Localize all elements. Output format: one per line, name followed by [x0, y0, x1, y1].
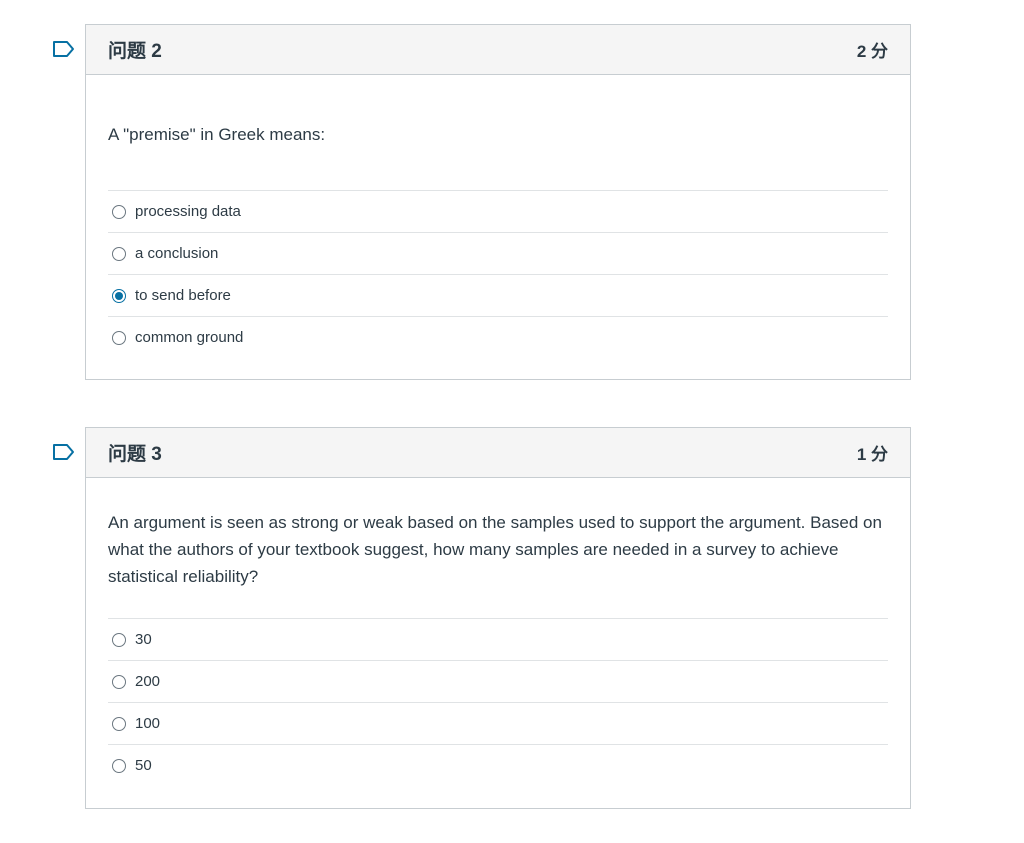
question-title: 问题 3 — [108, 444, 162, 465]
radio-icon[interactable] — [112, 716, 126, 731]
answer-label: a conclusion — [135, 245, 219, 262]
answer-label: 30 — [135, 631, 152, 648]
answer-option[interactable]: 200 — [108, 660, 888, 702]
answer-option[interactable]: a conclusion — [108, 232, 888, 274]
radio-icon[interactable] — [112, 632, 126, 647]
answer-label: processing data — [135, 203, 241, 220]
question-text: A "premise" in Greek means: — [108, 125, 326, 144]
answer-list: 30 200 100 50 — [108, 618, 888, 786]
answer-label: 50 — [135, 757, 152, 774]
radio-icon[interactable] — [112, 758, 126, 773]
flag-question-3-icon[interactable] — [52, 443, 76, 461]
question-card-2: 问题 2 2 分 A "premise" in Greek means: pro… — [85, 24, 911, 380]
question-card-3: 问题 3 1 分 An argument is seen as strong o… — [85, 427, 911, 809]
answer-label: common ground — [135, 329, 244, 346]
answer-list: processing data a conclusion to send bef… — [108, 190, 888, 358]
answer-option[interactable]: 30 — [108, 618, 888, 660]
radio-icon[interactable] — [112, 674, 126, 689]
radio-icon[interactable] — [112, 204, 126, 219]
question-header: 问题 2 2 分 — [86, 25, 910, 75]
question-text: An argument is seen as strong or weak ba… — [108, 513, 882, 586]
radio-icon[interactable] — [112, 246, 126, 261]
answer-option[interactable]: processing data — [108, 190, 888, 232]
flag-question-2-icon[interactable] — [52, 40, 76, 58]
question-points: 2 分 — [856, 42, 888, 61]
answer-label: 200 — [135, 673, 161, 690]
question-header: 问题 3 1 分 — [86, 428, 910, 478]
question-title: 问题 2 — [108, 41, 162, 62]
answer-option[interactable]: to send before — [108, 274, 888, 316]
question-points: 1 分 — [856, 445, 888, 464]
answer-label: to send before — [135, 287, 231, 304]
radio-icon[interactable] — [112, 330, 126, 345]
answer-option[interactable]: common ground — [108, 316, 888, 358]
radio-checked-icon[interactable] — [112, 288, 126, 303]
answer-label: 100 — [135, 715, 161, 732]
answer-option[interactable]: 100 — [108, 702, 888, 744]
answer-option[interactable]: 50 — [108, 744, 888, 786]
